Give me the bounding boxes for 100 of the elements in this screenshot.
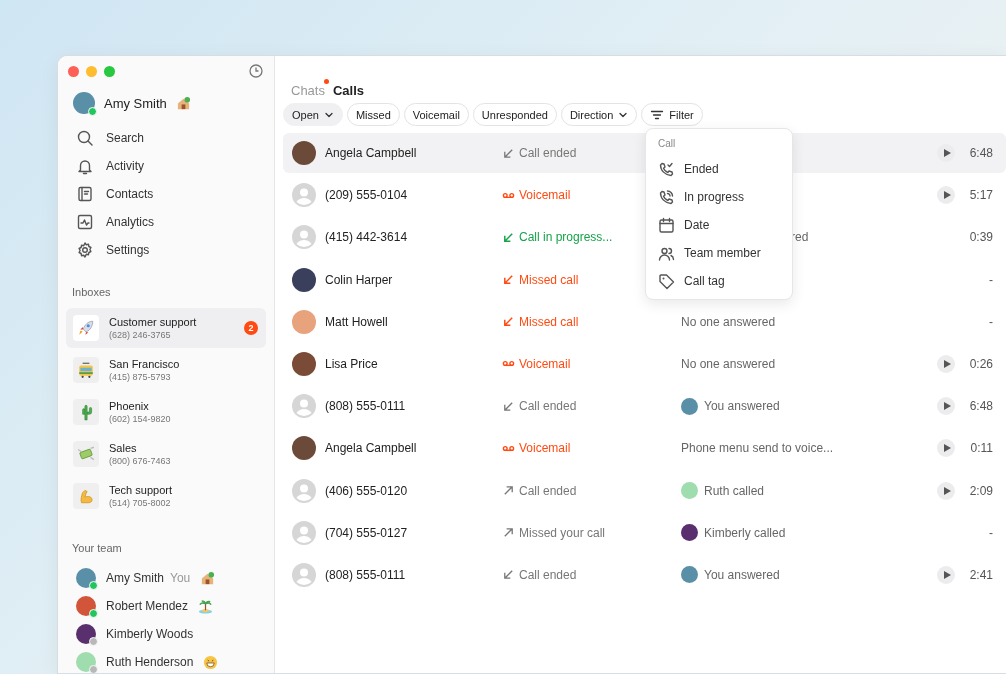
avatar [76,624,96,644]
filter-button[interactable]: Filter [641,103,703,126]
caller-name: (406) 555-0120 [325,483,408,498]
avatar [76,652,96,672]
clock-icon[interactable] [249,64,263,78]
caller-name: Angela Campbell [325,441,417,456]
arrow-up-right-icon [502,484,515,497]
arrow-down-left-icon [502,230,515,244]
call-status: Call ended [519,399,577,414]
member-name[interactable]: Ruth Henderson [106,655,194,669]
call-status: Voicemail [519,188,571,203]
caller-name: (704) 555-0127 [325,525,408,540]
menu-item[interactable]: In progress [646,183,792,211]
call-status: Voicemail [519,441,571,456]
caller-name: Angela Campbell [325,146,417,160]
inbox-item[interactable]: Tech support (514) 705-8002 [66,476,266,516]
play-button[interactable] [937,397,955,416]
call-duration: - [988,272,993,287]
menu-item[interactable]: Call tag [646,267,792,295]
nav-item[interactable]: Settings [66,236,266,264]
phone-ringing-icon [658,188,675,206]
section-heading: Inboxes [71,285,112,300]
call-duration: - [988,314,993,329]
play-icon [943,444,951,453]
filter-chip[interactable]: Open [283,103,343,126]
avatar [76,596,96,616]
inbox-item[interactable]: San Francisco (415) 875-5793 [66,350,266,390]
member-name[interactable]: Amy Smith [106,571,164,585]
filter-chip[interactable]: Unresponded [472,103,557,126]
call-status: Call ended [519,483,577,498]
island-icon [198,598,214,614]
call-duration: 0:39 [968,230,993,245]
arrow-down-left-icon [502,315,515,329]
inbox-phone: (415) 875-5793 [109,372,172,382]
call-duration: 6:48 [968,146,993,160]
search-icon [76,129,94,147]
tab[interactable]: Calls [332,83,365,98]
call-status: Missed call [519,314,579,329]
grinning-face-icon [203,654,219,670]
call-status: Voicemail [519,356,571,371]
section-heading: Your team [71,541,123,556]
call-status: Missed call [519,272,579,287]
user-name: Amy Smith [104,95,167,111]
house-icon [200,570,216,586]
bell-icon [76,157,94,175]
avatar [76,568,96,588]
inbox-item[interactable]: Phoenix (602) 154-9820 [66,392,266,432]
filter-chip[interactable]: Missed [346,103,400,126]
unread-badge: 2 [244,321,258,335]
call-duration: 5:17 [968,188,993,203]
play-icon [943,486,951,495]
call-status: Call ended [519,567,577,582]
play-button[interactable] [937,439,955,458]
play-icon [943,570,951,579]
call-detail: Ruth called [704,483,765,498]
call-detail: Kimberly called [704,525,786,540]
phone-check-icon [658,160,675,178]
arrow-down-left-icon [502,568,515,582]
menu-item[interactable]: Team member [646,239,792,267]
inbox-phone: (628) 246-3765 [109,330,172,340]
play-button[interactable] [937,565,955,584]
nav-item[interactable]: Analytics [66,208,266,236]
caller-name: Colin Harper [325,272,393,287]
play-button[interactable] [937,144,955,162]
call-duration: - [988,525,993,540]
nav-item[interactable]: Search [66,124,266,152]
play-button[interactable] [937,186,955,205]
play-button[interactable] [937,481,955,500]
member-name[interactable]: Kimberly Woods [106,627,194,641]
arrow-down-left-icon [502,273,515,287]
house-icon [175,95,191,111]
menu-heading: Call [657,137,677,151]
play-icon [943,359,951,368]
close-button[interactable] [68,65,79,77]
filter-chip[interactable]: Direction [560,103,638,126]
filter-chip[interactable]: Voicemail [403,103,469,126]
caller-name: Lisa Price [325,356,378,371]
caller-name: (415) 442-3614 [325,230,408,245]
calendar-icon [658,216,675,234]
call-duration: 2:09 [968,483,993,498]
menu-item[interactable]: Date [646,211,792,239]
nav-item[interactable]: Contacts [66,180,266,208]
inbox-name: San Francisco [109,358,181,370]
inbox-item[interactable]: Customer support (628) 246-3765 2 [66,308,266,348]
avatar [73,92,95,114]
inbox-phone: (514) 705-8002 [109,498,172,508]
analytics-icon [76,213,94,231]
inbox-item[interactable]: Sales (800) 676-7463 [66,434,266,474]
play-icon [943,402,951,411]
call-detail: No one answered [681,314,776,329]
member-name[interactable]: Robert Mendez [106,599,189,613]
inbox-phone: (800) 676-7463 [109,456,172,466]
call-status: Missed your call [519,525,606,540]
tag-icon [658,272,675,290]
settings-icon [76,241,94,259]
inbox-phone: (602) 154-9820 [109,414,172,424]
nav-item[interactable]: Activity [66,152,266,180]
call-duration: 2:41 [968,567,993,582]
inbox-name: Phoenix [109,400,150,412]
play-button[interactable] [937,354,955,373]
